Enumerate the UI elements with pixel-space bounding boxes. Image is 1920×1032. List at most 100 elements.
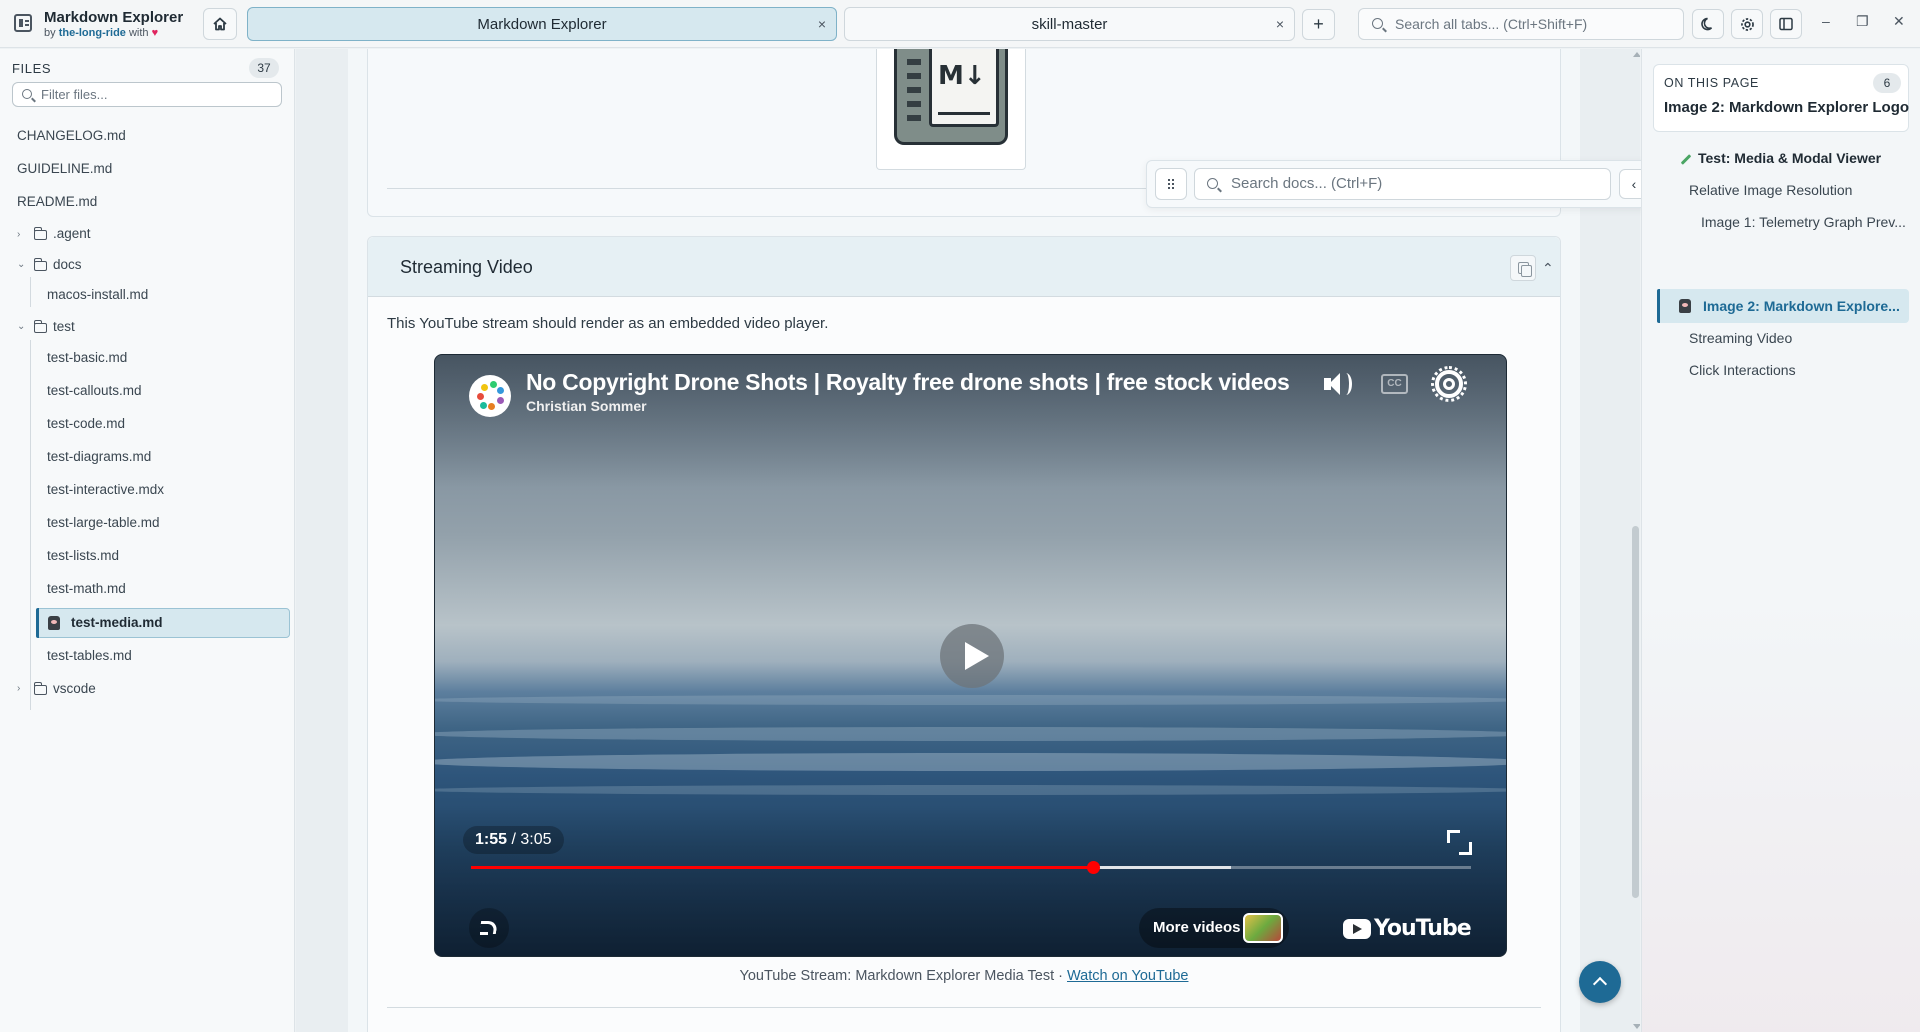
moon-icon bbox=[1701, 17, 1713, 31]
tree-file-test-media[interactable]: test-media.md bbox=[36, 608, 290, 638]
tree-file-test-diagrams[interactable]: test-diagrams.md bbox=[47, 444, 151, 470]
tree-file-test-basic[interactable]: test-basic.md bbox=[47, 345, 127, 371]
section-title: Streaming Video bbox=[400, 257, 533, 277]
pencil-icon bbox=[1680, 154, 1692, 165]
tree-file-test-callouts[interactable]: test-callouts.md bbox=[47, 378, 142, 404]
more-videos-button[interactable]: More videos bbox=[1139, 908, 1289, 948]
home-button[interactable] bbox=[203, 8, 237, 40]
toc-item-click-interactions[interactable]: Click Interactions bbox=[1689, 355, 1796, 385]
global-search-input[interactable]: Search all tabs... (Ctrl+Shift+F) bbox=[1358, 8, 1684, 40]
tab-label: skill-master bbox=[1031, 15, 1108, 33]
byline-with: with bbox=[128, 27, 149, 39]
logo-markdown-mark: M↓ bbox=[938, 61, 986, 91]
sea-wave bbox=[435, 785, 1506, 795]
title-bar: Markdown Explorer by the-long-ride with … bbox=[0, 0, 1920, 48]
close-icon[interactable]: × bbox=[818, 16, 826, 32]
binder-rings bbox=[907, 59, 921, 129]
share-icon[interactable] bbox=[469, 908, 509, 948]
progress-bar[interactable] bbox=[471, 861, 1471, 874]
restore-button[interactable]: ❐ bbox=[1856, 13, 1869, 30]
tree-file-test-math[interactable]: test-math.md bbox=[47, 576, 126, 602]
video-caption: YouTube Stream: Markdown Explorer Media … bbox=[368, 968, 1560, 984]
youtube-video-player[interactable]: No Copyright Drone Shots | Royalty free … bbox=[434, 354, 1507, 957]
scroll-down-arrow[interactable] bbox=[1633, 1024, 1640, 1029]
theme-toggle-button[interactable] bbox=[1692, 9, 1724, 39]
watch-on-youtube-link[interactable]: Watch on YouTube bbox=[1067, 968, 1188, 984]
section-header[interactable]: Streaming Video ⌃ bbox=[368, 237, 1560, 297]
tree-folder-vscode[interactable]: vscode bbox=[53, 676, 96, 702]
new-tab-button[interactable]: + bbox=[1302, 9, 1335, 40]
tab-markdown-explorer[interactable]: Markdown Explorer × bbox=[247, 7, 837, 41]
fullscreen-icon[interactable] bbox=[1439, 825, 1477, 857]
play-icon[interactable] bbox=[940, 624, 1004, 688]
tree-file-readme[interactable]: README.md bbox=[17, 189, 97, 215]
doc-search-input[interactable]: Search docs... (Ctrl+F) bbox=[1194, 168, 1611, 200]
search-icon bbox=[1207, 178, 1218, 189]
settings-button[interactable] bbox=[1731, 9, 1763, 39]
chevron-down-icon[interactable]: ⌄ bbox=[17, 321, 25, 332]
toc-item-image-1[interactable]: Image 1: Telemetry Graph Prev... bbox=[1701, 207, 1906, 237]
tree-file-test-interactive[interactable]: test-interactive.mdx bbox=[47, 477, 164, 503]
tree-guide-line bbox=[30, 277, 31, 307]
scrollbar-thumb[interactable] bbox=[1632, 526, 1639, 898]
tree-file-changelog[interactable]: CHANGELOG.md bbox=[17, 123, 126, 149]
captions-button[interactable]: CC bbox=[1381, 374, 1408, 394]
tree-folder-test[interactable]: test bbox=[53, 314, 75, 340]
divider bbox=[387, 1007, 1541, 1008]
toc-count-badge: 6 bbox=[1873, 73, 1901, 93]
tree-folder-docs[interactable]: docs bbox=[53, 252, 82, 278]
channel-avatar[interactable] bbox=[469, 375, 511, 417]
tab-skill-master[interactable]: skill-master × bbox=[844, 7, 1295, 41]
folder-icon bbox=[33, 258, 47, 271]
tree-file-guideline[interactable]: GUIDELINE.md bbox=[17, 156, 112, 182]
tree-file-test-code[interactable]: test-code.md bbox=[47, 411, 125, 437]
section-description: This YouTube stream should render as an … bbox=[387, 315, 829, 332]
tree-file-test-tables[interactable]: test-tables.md bbox=[47, 643, 132, 669]
drag-handle-icon[interactable] bbox=[1155, 168, 1187, 200]
toc-item-relative-image[interactable]: Relative Image Resolution bbox=[1689, 175, 1852, 205]
youtube-logo[interactable]: YouTube bbox=[1343, 914, 1472, 944]
layout-toggle-button[interactable] bbox=[1770, 9, 1802, 39]
gear-icon[interactable] bbox=[1435, 370, 1463, 398]
chevron-right-icon[interactable]: › bbox=[17, 683, 20, 694]
chevron-right-icon[interactable]: › bbox=[17, 229, 20, 240]
tree-file-test-lists[interactable]: test-lists.md bbox=[47, 543, 119, 569]
byline-prefix: by bbox=[44, 27, 56, 39]
tree-file-test-large-table[interactable]: test-large-table.md bbox=[47, 510, 160, 536]
chevron-down-icon[interactable]: ⌄ bbox=[17, 259, 25, 270]
scroll-up-arrow[interactable] bbox=[1633, 52, 1640, 57]
file-sidebar: FILES 37 Filter files... CHANGELOG.md GU… bbox=[0, 49, 295, 1032]
video-title[interactable]: No Copyright Drone Shots | Royalty free … bbox=[526, 369, 1296, 396]
close-icon[interactable]: × bbox=[1276, 16, 1284, 32]
tab-label: Markdown Explorer bbox=[477, 15, 607, 33]
tree-file-macos-install[interactable]: macos-install.md bbox=[47, 282, 148, 308]
volume-waves bbox=[1340, 373, 1352, 395]
markdown-logo-icon: M↓ bbox=[894, 49, 1008, 145]
table-of-contents: ON THIS PAGE 6 Image 2: Markdown Explore… bbox=[1641, 49, 1920, 1032]
sea-wave bbox=[435, 695, 1506, 705]
folder-icon bbox=[33, 227, 47, 240]
toc-item-streaming-video[interactable]: Streaming Video bbox=[1689, 323, 1792, 353]
file-count-badge: 37 bbox=[249, 58, 279, 78]
chevron-up-icon[interactable]: ⌃ bbox=[1542, 255, 1560, 281]
video-channel[interactable]: Christian Sommer bbox=[526, 398, 647, 414]
toc-item-media-modal[interactable]: Test: Media & Modal Viewer bbox=[1698, 143, 1881, 173]
file-filter-input[interactable]: Filter files... bbox=[12, 82, 282, 107]
copy-icon[interactable] bbox=[1510, 255, 1536, 281]
toc-item-image-2[interactable]: Image 2: Markdown Explore... bbox=[1657, 289, 1909, 323]
minimize-button[interactable]: – bbox=[1822, 13, 1830, 29]
markdown-logo-image[interactable]: M↓ bbox=[876, 49, 1026, 170]
window-close-button[interactable]: ✕ bbox=[1893, 13, 1905, 30]
scroll-to-top-button[interactable] bbox=[1579, 961, 1621, 1003]
tree-folder-agent[interactable]: .agent bbox=[53, 221, 91, 247]
sea-wave bbox=[435, 753, 1506, 771]
progress-scrubber[interactable] bbox=[1087, 861, 1100, 874]
toc-current-heading: Image 2: Markdown Explorer Logo bbox=[1664, 99, 1910, 116]
youtube-wordmark: YouTube bbox=[1374, 916, 1472, 941]
media-file-icon bbox=[48, 616, 60, 630]
doc-search-placeholder: Search docs... (Ctrl+F) bbox=[1231, 175, 1383, 192]
progress-played bbox=[471, 866, 1093, 869]
app-name: Markdown Explorer bbox=[44, 9, 184, 26]
byline-author[interactable]: the-long-ride bbox=[59, 27, 126, 39]
time-separator: / bbox=[507, 831, 521, 848]
